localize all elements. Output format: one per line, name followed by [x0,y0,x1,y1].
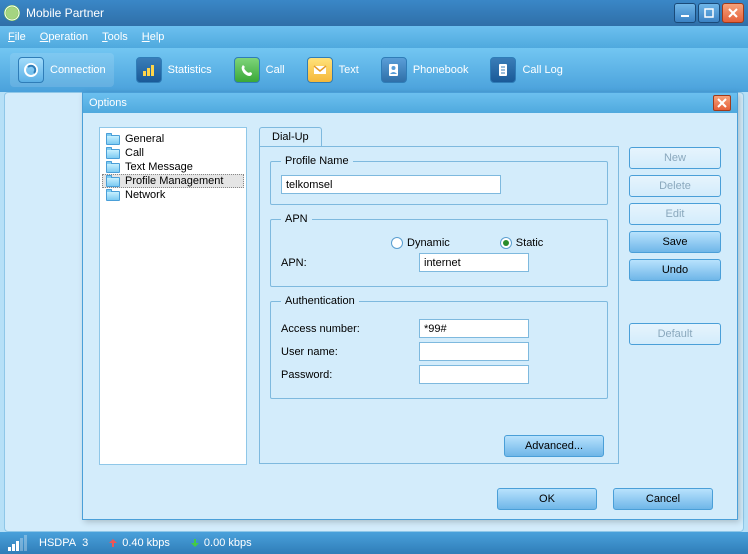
save-button[interactable]: Save [629,231,721,253]
profile-name-input[interactable] [281,175,501,194]
password-input[interactable] [419,365,529,384]
tree-profile-management-label: Profile Management [125,175,223,187]
status-upload: 0.40 kbps [108,537,170,549]
access-number-input[interactable] [419,319,529,338]
tree-call[interactable]: Call [102,146,244,160]
app-window: Mobile Partner File Operation Tools Help… [0,0,748,554]
apn-static-radio[interactable]: Static [500,237,544,249]
tree-general-label: General [125,133,164,145]
toolbar-call-label: Call [266,64,285,76]
dialog-footer: OK Cancel [83,479,737,519]
options-tree: General Call Text Message Profile Manage… [99,127,247,465]
statusbar: HSDPA 3 0.40 kbps 0.00 kbps [0,532,748,554]
toolbar-calllog[interactable]: Call Log [490,57,562,83]
undo-button[interactable]: Undo [629,259,721,281]
toolbar-phonebook-label: Phonebook [413,64,469,76]
toolbar-call[interactable]: Call [234,57,285,83]
status-mode: HSDPA [39,537,76,549]
window-controls [674,3,744,23]
advanced-button[interactable]: Advanced... [504,435,604,457]
apn-dynamic-label: Dynamic [407,237,450,249]
connection-icon [18,57,44,83]
toolbar-connection[interactable]: Connection [10,53,114,87]
default-button[interactable]: Default [629,323,721,345]
menu-file[interactable]: File [8,31,26,43]
toolbar-connection-label: Connection [50,64,106,76]
folder-icon [106,176,120,187]
upload-icon [108,538,118,548]
text-icon [307,57,333,83]
apn-group: APN Dynamic Static APN: [270,213,608,287]
titlebar: Mobile Partner [0,0,748,26]
close-button[interactable] [722,3,744,23]
apn-dynamic-radio[interactable]: Dynamic [391,237,450,249]
menubar: File Operation Tools Help [0,26,748,48]
status-bars: 3 [82,537,88,549]
toolbar: Connection Statistics Call Text Phoneboo… [0,48,748,92]
toolbar-text[interactable]: Text [307,57,359,83]
menu-operation[interactable]: Operation [40,31,88,43]
statistics-icon [136,57,162,83]
form-area: Dial-Up Profile Name APN Dynamic [259,127,619,465]
tree-call-label: Call [125,147,144,159]
profile-name-legend: Profile Name [281,155,353,167]
signal-icon [8,535,27,551]
authentication-group: Authentication Access number: User name: [270,295,608,399]
tree-network[interactable]: Network [102,188,244,202]
folder-icon [106,162,120,173]
toolbar-calllog-label: Call Log [522,64,562,76]
ok-button[interactable]: OK [497,488,597,510]
options-dialog: Options General Call Text Message Profil… [82,92,738,520]
access-number-label: Access number: [281,323,381,335]
tree-profile-management[interactable]: Profile Management [102,174,244,188]
toolbar-text-label: Text [339,64,359,76]
tab-content: Profile Name APN Dynamic Static [259,146,619,464]
toolbar-statistics-label: Statistics [168,64,212,76]
dialog-close-button[interactable] [713,95,731,111]
toolbar-statistics[interactable]: Statistics [136,57,212,83]
delete-button[interactable]: Delete [629,175,721,197]
new-button[interactable]: New [629,147,721,169]
menu-tools[interactable]: Tools [102,31,128,43]
folder-icon [106,148,120,159]
cancel-button[interactable]: Cancel [613,488,713,510]
apn-static-label: Static [516,237,544,249]
dialog-title: Options [89,97,713,109]
tree-text-message[interactable]: Text Message [102,160,244,174]
profile-name-group: Profile Name [270,155,608,205]
dialog-body: General Call Text Message Profile Manage… [83,113,737,479]
folder-icon [106,190,120,201]
menu-help[interactable]: Help [142,31,165,43]
apn-input[interactable] [419,253,529,272]
edit-button[interactable]: Edit [629,203,721,225]
tree-text-message-label: Text Message [125,161,193,173]
toolbar-phonebook[interactable]: Phonebook [381,57,469,83]
status-download: 0.00 kbps [190,537,252,549]
user-name-label: User name: [281,346,381,358]
minimize-button[interactable] [674,3,696,23]
folder-icon [106,134,120,145]
password-label: Password: [281,369,381,381]
dialog-main: Dial-Up Profile Name APN Dynamic [259,127,721,465]
maximize-button[interactable] [698,3,720,23]
user-name-input[interactable] [419,342,529,361]
phonebook-icon [381,57,407,83]
tree-network-label: Network [125,189,165,201]
app-title: Mobile Partner [26,6,674,20]
apn-label: APN: [281,257,381,269]
calllog-icon [490,57,516,83]
auth-legend: Authentication [281,295,359,307]
apn-legend: APN [281,213,312,225]
status-up-value: 0.40 kbps [122,537,170,549]
status-down-value: 0.00 kbps [204,537,252,549]
download-icon [190,538,200,548]
app-icon [4,5,20,21]
call-icon [234,57,260,83]
dialog-titlebar: Options [83,93,737,113]
tab-dialup[interactable]: Dial-Up [259,127,322,146]
profile-buttons: New Delete Edit Save Undo Default [629,127,721,465]
tree-general[interactable]: General [102,132,244,146]
